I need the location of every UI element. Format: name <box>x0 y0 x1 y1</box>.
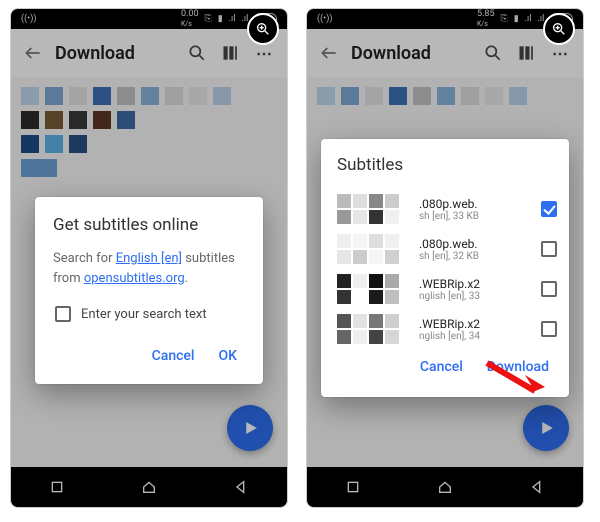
subtitle-meta: nglish [en], 34 <box>419 331 533 342</box>
zoom-icon[interactable] <box>247 13 279 45</box>
cancel-button[interactable]: Cancel <box>150 342 197 370</box>
subtitle-thumbnail <box>337 234 411 264</box>
subtitle-checkbox[interactable] <box>541 241 557 257</box>
subtitle-thumbnail <box>337 314 411 344</box>
cancel-button[interactable]: Cancel <box>418 353 465 381</box>
dialog-body: Search for English [en] subtitles from o… <box>53 249 245 288</box>
dialog-title: Get subtitles online <box>53 215 245 235</box>
subtitle-thumbnail <box>337 274 411 304</box>
ok-button[interactable]: OK <box>217 342 240 370</box>
subtitle-item[interactable]: .WEBRip.x2nglish [en], 33 <box>337 269 557 309</box>
subtitle-name: .080p.web. <box>419 197 533 211</box>
search-input-row[interactable]: Enter your search text <box>53 304 245 324</box>
checkbox-icon[interactable] <box>55 306 71 322</box>
subtitle-meta: sh [en], 32 KB <box>419 251 533 262</box>
phone-left: ((•)) 0.00K/s ⎘ ▮ .ıl .ıl 81% Download ⋯ <box>10 8 288 508</box>
search-placeholder: Enter your search text <box>81 307 207 322</box>
subtitle-thumbnail <box>337 194 411 224</box>
subtitle-checkbox[interactable] <box>541 281 557 297</box>
subtitle-name: .WEBRip.x2 <box>419 277 533 291</box>
subtitle-checkbox[interactable] <box>541 321 557 337</box>
dialog-title: Subtitles <box>337 155 557 175</box>
subtitle-meta: sh [en], 33 KB <box>419 211 533 222</box>
get-subtitles-dialog: Get subtitles online Search for English … <box>35 197 263 384</box>
provider-link[interactable]: opensubtitles.org <box>84 271 185 286</box>
subtitle-item[interactable]: .WEBRip.x2nglish [en], 34 <box>337 309 557 349</box>
language-link[interactable]: English [en] <box>116 251 182 266</box>
subtitle-checkbox[interactable] <box>541 201 557 217</box>
subtitle-meta: nglish [en], 33 <box>419 291 533 302</box>
subtitle-item[interactable]: .080p.web.sh [en], 33 KB <box>337 189 557 229</box>
zoom-icon[interactable] <box>543 13 575 45</box>
subtitle-name: .080p.web. <box>419 237 533 251</box>
subtitle-item[interactable]: .080p.web.sh [en], 32 KB <box>337 229 557 269</box>
phone-right: ((•)) 5.85K/s ⎘ ▮ .ıl .ıl 81% Download ⋯ <box>306 8 584 508</box>
subtitle-name: .WEBRip.x2 <box>419 317 533 331</box>
annotation-arrow-icon <box>481 357 551 401</box>
